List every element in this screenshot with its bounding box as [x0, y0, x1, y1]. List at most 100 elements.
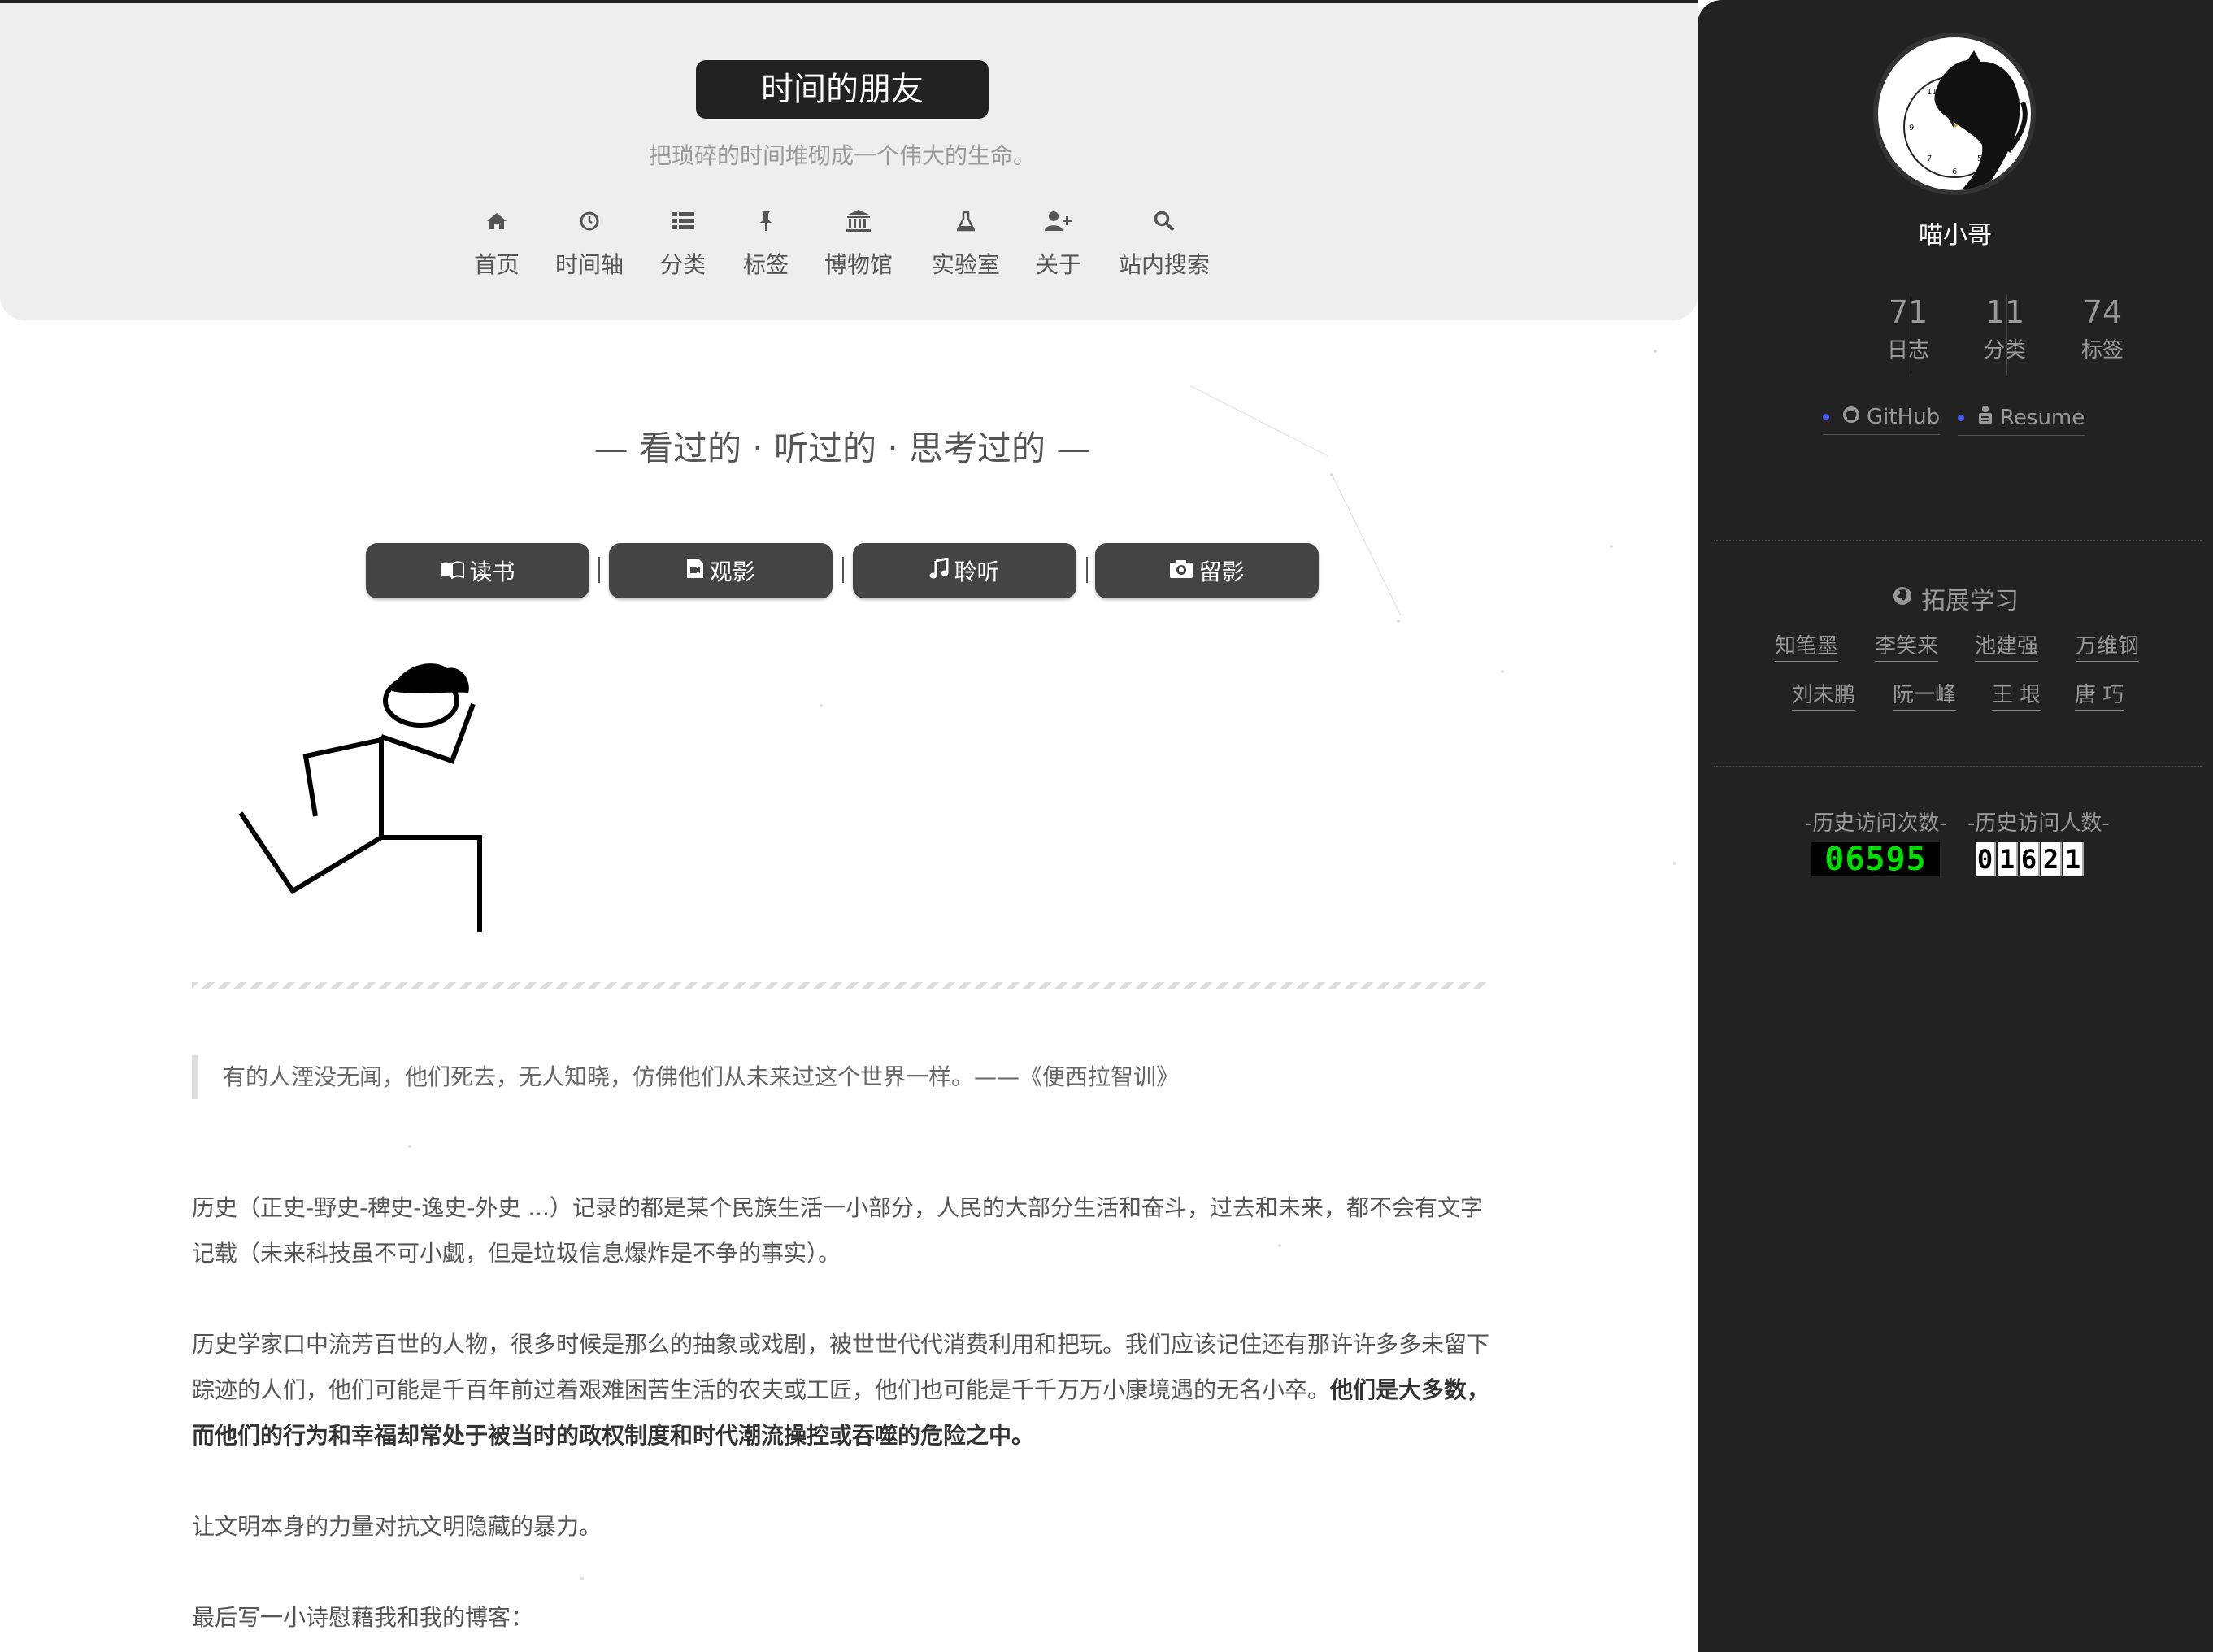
page-heading: — 看过的 · 听过的 · 思考过的 — — [593, 428, 1091, 468]
resume-icon — [1977, 405, 1993, 430]
nav-item-timeline[interactable]: 时间轴 — [553, 205, 626, 280]
nav-item-museum[interactable]: 博物馆 — [822, 205, 895, 280]
bg-particle — [1610, 545, 1613, 548]
stat-number: 74 — [2082, 294, 2123, 330]
counter-digit: 0 — [1976, 842, 1996, 876]
site-title[interactable]: 时间的朋友 — [696, 60, 989, 119]
list-icon — [659, 205, 707, 237]
friend-link[interactable]: 李笑来 — [1875, 629, 1939, 662]
nav-label: 博物馆 — [824, 251, 893, 278]
nav-item-search[interactable]: 站内搜索 — [1115, 205, 1213, 280]
nav-item-home[interactable]: 首页 — [472, 205, 521, 280]
category-button-photos[interactable]: 留影 — [1095, 543, 1319, 598]
bg-particle — [1330, 473, 1333, 476]
friend-link[interactable]: 唐 巧 — [2075, 678, 2124, 711]
bg-particle — [1501, 670, 1504, 673]
social-label: GitHub — [1867, 405, 1941, 429]
museum-icon — [822, 205, 895, 237]
visits-counter: 06595 — [1811, 842, 1940, 876]
category-button-reading[interactable]: 读书 — [366, 543, 589, 598]
video-file-icon — [686, 558, 704, 585]
paragraph: 历史学家口中流芳百世的人物，很多时候是那么的抽象或戏剧，被世世代代消费利用和把玩… — [192, 1322, 1493, 1459]
separator — [1086, 557, 1088, 583]
nav-item-lab[interactable]: 实验室 — [929, 205, 1002, 280]
paragraph: 历史（正史-野史-稗史-逸史-外史 ...）记录的都是某个民族生活一小部分，人民… — [192, 1194, 1484, 1267]
bg-particle — [1673, 862, 1676, 865]
site-header: 时间的朋友 把琐碎的时间堆砌成一个伟大的生命。 首页 时间轴 分类 标签 博物馆… — [0, 3, 1698, 320]
category-label: 聆听 — [954, 559, 1000, 585]
svg-text:6: 6 — [1952, 167, 1957, 176]
stat-categories[interactable]: 11 分类 — [1957, 294, 2053, 363]
home-icon — [472, 205, 521, 237]
stat-tags[interactable]: 74 标签 — [2054, 294, 2150, 363]
clock-icon — [553, 205, 626, 237]
stat-label: 分类 — [1983, 338, 2026, 363]
friend-link[interactable]: 池建强 — [1975, 629, 2039, 662]
music-icon — [929, 556, 949, 585]
stat-divider — [2006, 294, 2007, 376]
pin-icon — [741, 205, 790, 237]
nav-label: 实验室 — [931, 251, 1000, 278]
nav-item-tags[interactable]: 标签 — [741, 205, 790, 280]
paragraph: 让文明本身的力量对抗文明隐藏的暴力。 — [192, 1513, 602, 1540]
nav-label: 分类 — [659, 251, 706, 278]
sidebar: 12369 11175 喵小哥 71 日志 11 分类 74 标签 GitHub… — [1698, 0, 2213, 1652]
bg-particle — [1654, 350, 1657, 353]
divider — [1714, 766, 2202, 767]
camera-icon — [1169, 558, 1193, 585]
category-label: 留影 — [1198, 559, 1245, 585]
counter-digit: 6 — [2020, 842, 2040, 876]
running-stick-figure — [228, 650, 488, 946]
bg-particle-line — [1333, 476, 1402, 616]
site-subtitle: 把琐碎的时间堆砌成一个伟大的生命。 — [648, 142, 1036, 169]
nav-item-categories[interactable]: 分类 — [659, 205, 707, 280]
category-button-music[interactable]: 聆听 — [853, 543, 1076, 598]
bg-particle — [408, 1145, 411, 1148]
links-title: 拓展学习 — [1698, 580, 2213, 616]
avatar[interactable]: 12369 11175 — [1873, 33, 2036, 195]
paragraph: 最后写一小诗慰藉我和我的博客： — [192, 1604, 534, 1631]
nav-label: 首页 — [473, 251, 520, 278]
author-name: 喵小哥 — [1919, 221, 1992, 250]
social-link-resume[interactable]: Resume — [1958, 405, 2085, 436]
visitors-label: -历史访问人数- — [1967, 811, 2110, 836]
search-icon — [1115, 205, 1213, 237]
nav-item-about[interactable]: 关于 — [1034, 205, 1083, 280]
globe-icon — [1892, 585, 1913, 613]
counter-digit: 2 — [2041, 842, 2062, 876]
paragraph-text: 历史学家口中流芳百世的人物，很多时候是那么的抽象或戏剧，被世世代代消费利用和把玩… — [192, 1331, 1490, 1403]
separator — [598, 557, 600, 583]
nav-label: 关于 — [1035, 251, 1081, 278]
friend-link[interactable]: 王 垠 — [1992, 678, 2041, 711]
svg-text:9: 9 — [1909, 124, 1914, 133]
nav-label: 时间轴 — [554, 251, 624, 278]
friend-link[interactable]: 知笔墨 — [1775, 629, 1839, 662]
stat-label: 标签 — [2080, 338, 2124, 363]
stat-number: 11 — [1985, 294, 2025, 330]
links-title-label: 拓展学习 — [1921, 587, 2019, 615]
friend-link[interactable]: 刘未鹏 — [1792, 678, 1856, 711]
divider — [1714, 540, 2202, 541]
main-nav: 首页 时间轴 分类 标签 博物馆 实验室 关于 站内搜索 — [0, 205, 1698, 294]
visitors-counter: 0 1 6 2 1 — [1976, 842, 2084, 876]
svg-text:7: 7 — [1927, 154, 1932, 163]
friend-link[interactable]: 阮一峰 — [1893, 678, 1957, 711]
bullet — [1823, 414, 1829, 420]
github-icon — [1842, 405, 1860, 429]
stat-posts[interactable]: 71 日志 — [1860, 294, 1956, 363]
nav-label: 标签 — [742, 251, 789, 278]
category-button-movies[interactable]: 观影 — [609, 543, 833, 598]
social-label: Resume — [2000, 405, 2085, 430]
user-plus-icon — [1034, 205, 1083, 237]
social-link-github[interactable]: GitHub — [1823, 405, 1941, 435]
stat-label: 日志 — [1886, 338, 1929, 363]
bullet — [1958, 414, 1964, 421]
divider — [192, 982, 1486, 989]
friend-link[interactable]: 万维钢 — [2076, 629, 2140, 662]
nav-label: 站内搜索 — [1118, 251, 1210, 278]
category-label: 观影 — [709, 559, 755, 585]
category-label: 读书 — [469, 559, 515, 585]
separator — [842, 557, 844, 583]
bg-particle — [820, 704, 823, 707]
visits-label: -历史访问次数- — [1805, 811, 1947, 836]
